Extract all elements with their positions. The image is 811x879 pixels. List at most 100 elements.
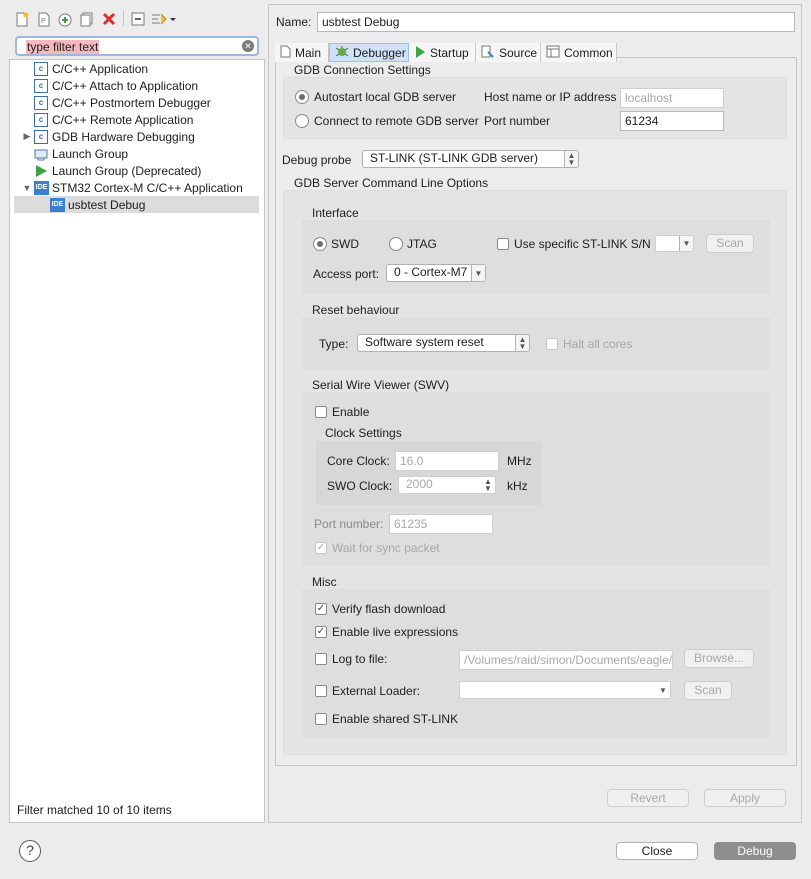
verify-flash-checkbox[interactable]: ✓ [315,603,327,615]
ide-icon: IDE [34,180,49,195]
external-loader-select[interactable]: ▼ [459,681,671,699]
port-label: Port number [484,114,551,128]
tab-debugger[interactable]: Debugger [329,43,409,62]
wait-sync-checkbox[interactable]: ✓ [315,542,327,554]
tree-item-cpp-attach[interactable]: c C/C++ Attach to Application [34,77,198,94]
log-file-path-field[interactable]: /Volumes/raid/simon/Documents/eagle/ [459,650,673,670]
c-icon: c [34,78,48,93]
clear-filter-icon[interactable]: ✕ [242,40,254,52]
wait-sync-label: Wait for sync packet [332,541,440,555]
delete-icon[interactable] [101,11,117,27]
common-tab-icon [546,45,560,61]
toolbar-separator [123,11,124,26]
live-expressions-checkbox[interactable]: ✓ [315,626,327,638]
tab-label: Debugger [353,45,406,60]
launch-arrow-icon [34,164,48,178]
chevron-down-icon: ▼ [679,236,693,251]
filter-menu-icon[interactable] [151,11,177,27]
specific-stlink-checkbox[interactable] [497,238,509,250]
browse-button[interactable]: Browse... [684,649,754,668]
tree-item-cpp-application[interactable]: c C/C++ Application [34,60,148,77]
server-options-title: GDB Server Command Line Options [294,176,489,190]
debug-button[interactable]: Debug [714,842,796,860]
apply-button[interactable]: Apply [704,789,786,807]
duplicate-icon[interactable] [79,11,95,27]
launch-configurations-panel: c C/C++ Application c C/C++ Attach to Appl… [9,59,265,823]
launch-group-icon [34,147,48,161]
loader-scan-button[interactable]: Scan [684,681,732,700]
external-loader-label: External Loader: [332,684,421,698]
log-to-file-checkbox[interactable] [315,653,327,665]
scan-button[interactable]: Scan [706,234,754,253]
access-port-label: Access port: [313,267,380,281]
autostart-label: Autostart local GDB server [314,90,457,104]
filter-input[interactable]: type filter text ✕ [15,36,259,56]
tree-item-label: Launch Group [52,146,129,161]
reset-title: Reset behaviour [312,303,400,317]
filter-status: Filter matched 10 of 10 items [17,803,172,817]
tree-item-stm32-cortexm[interactable]: ▼ IDE STM32 Cortex-M C/C++ Application [22,179,243,196]
tab-startup[interactable]: Startup [409,43,476,62]
tab-source[interactable]: Source [476,43,541,62]
shared-stlink-checkbox[interactable] [315,713,327,725]
tree-item-label: STM32 Cortex-M C/C++ Application [52,180,243,195]
help-icon[interactable]: ? [19,840,41,862]
tree-item-cpp-remote[interactable]: c C/C++ Remote Application [34,111,193,128]
external-loader-checkbox[interactable] [315,685,327,697]
autostart-radio[interactable] [295,90,309,104]
tree-item-launch-group-deprecated[interactable]: Launch Group (Deprecated) [34,162,201,179]
jtag-radio[interactable] [389,237,403,251]
halt-all-cores-checkbox[interactable] [546,338,558,350]
chevron-down-icon: ▼ [656,682,670,698]
expand-arrow-icon[interactable]: ▶ [22,131,32,142]
jtag-label: JTAG [407,237,437,251]
revert-button[interactable]: Revert [607,789,689,807]
tree-item-usbtest-debug[interactable]: IDE usbtest Debug [14,196,259,213]
close-button[interactable]: Close [616,842,698,860]
connect-remote-radio[interactable] [295,114,309,128]
tab-main[interactable]: Main [275,43,329,62]
reset-type-select[interactable]: Software system reset ▲ ▼ [357,334,530,352]
tree-item-launch-group[interactable]: Launch Group [34,145,128,162]
new-configuration-icon[interactable] [14,11,30,27]
source-tab-icon [481,45,495,61]
gdb-connection-title: GDB Connection Settings [294,63,431,77]
access-port-select[interactable]: 0 - Cortex-M7 ▼ [386,264,486,282]
swo-clock-unit: kHz [507,479,528,493]
new-prototype-icon[interactable]: P [36,11,52,27]
tree-item-gdb-hardware[interactable]: ▶ c GDB Hardware Debugging [22,128,195,145]
filter-placeholder: type filter text [26,40,100,54]
name-label: Name: [276,15,312,29]
reset-type-label: Type: [319,337,349,351]
stlink-sn-select[interactable]: ▼ [655,235,694,252]
tree-item-label: C/C++ Attach to Application [52,78,199,93]
swv-port-field[interactable]: 61235 [389,514,493,534]
swd-radio[interactable] [313,237,327,251]
debug-probe-select[interactable]: ST-LINK (ST-LINK GDB server) ▲ ▼ [362,150,579,168]
tree-item-cpp-postmortem[interactable]: c C/C++ Postmortem Debugger [34,94,211,111]
debug-probe-label: Debug probe [282,153,352,167]
collapse-arrow-icon[interactable]: ▼ [22,183,32,193]
tab-label: Source [499,45,538,60]
c-icon: c [34,129,48,144]
core-clock-field[interactable]: 16.0 [395,451,499,471]
ide-icon: IDE [50,197,65,212]
reset-type-value: Software system reset [365,335,484,349]
clock-settings-title: Clock Settings [325,426,402,440]
misc-title: Misc [312,575,337,589]
tree-item-label: usbtest Debug [68,197,146,212]
collapse-all-icon[interactable] [130,11,146,27]
svg-text:P: P [41,18,46,25]
debugger-tab-icon [335,45,349,61]
tab-common[interactable]: Common [541,43,617,62]
name-field[interactable]: usbtest Debug [317,12,795,32]
port-field[interactable]: 61234 [620,111,724,131]
host-field[interactable]: localhost [620,88,724,108]
halt-all-cores-label: Halt all cores [563,337,633,351]
swv-enable-label: Enable [332,405,370,419]
swo-clock-value: 2000 [406,477,433,491]
export-icon[interactable] [57,11,73,27]
swv-enable-checkbox[interactable] [315,406,327,418]
swo-clock-select[interactable]: 2000 ▲ ▼ [398,476,496,494]
swv-port-label: Port number: [314,517,384,531]
